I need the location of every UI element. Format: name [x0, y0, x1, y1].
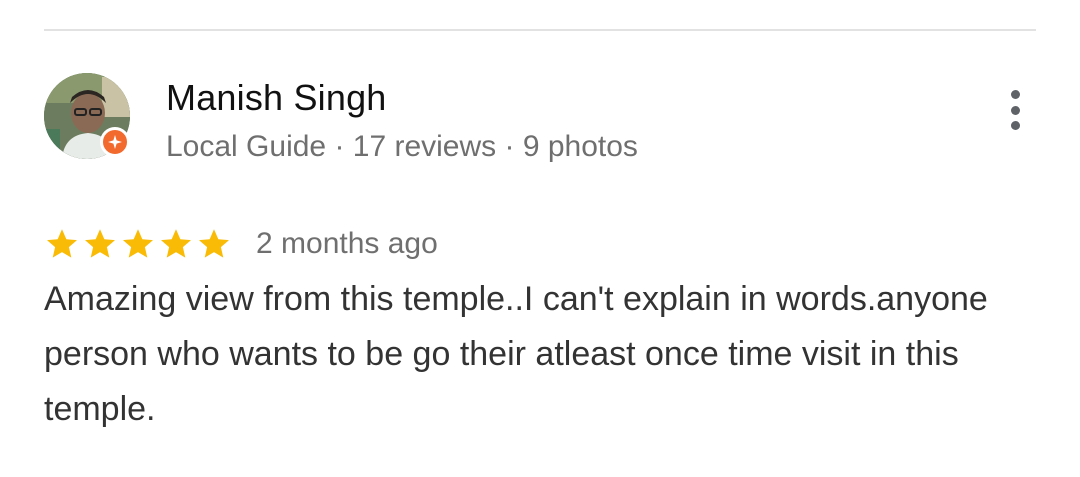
- star-rating: [44, 226, 232, 262]
- more-vert-dot: [1010, 105, 1020, 115]
- author-meta: Local Guide · 17 reviews · 9 photos: [166, 130, 638, 163]
- more-options-button[interactable]: [998, 86, 1032, 134]
- review-time: 2 months ago: [256, 227, 438, 260]
- review-card: Manish Singh Local Guide · 17 reviews · …: [0, 0, 1080, 477]
- star-icon: [82, 226, 118, 262]
- author-avatar[interactable]: [44, 73, 132, 161]
- rating-row: 2 months ago: [44, 222, 438, 266]
- review-text: Amazing view from this temple..I can't e…: [44, 280, 988, 428]
- author-name[interactable]: Manish Singh: [166, 77, 387, 119]
- divider: [44, 29, 1036, 31]
- more-vert-icon: [1010, 90, 1020, 99]
- star-icon: [196, 226, 232, 262]
- local-guide-badge-icon: [100, 127, 130, 157]
- star-icon: [158, 226, 194, 262]
- star-icon: [44, 226, 80, 262]
- star-icon: [120, 226, 156, 262]
- more-vert-dot: [1010, 121, 1020, 130]
